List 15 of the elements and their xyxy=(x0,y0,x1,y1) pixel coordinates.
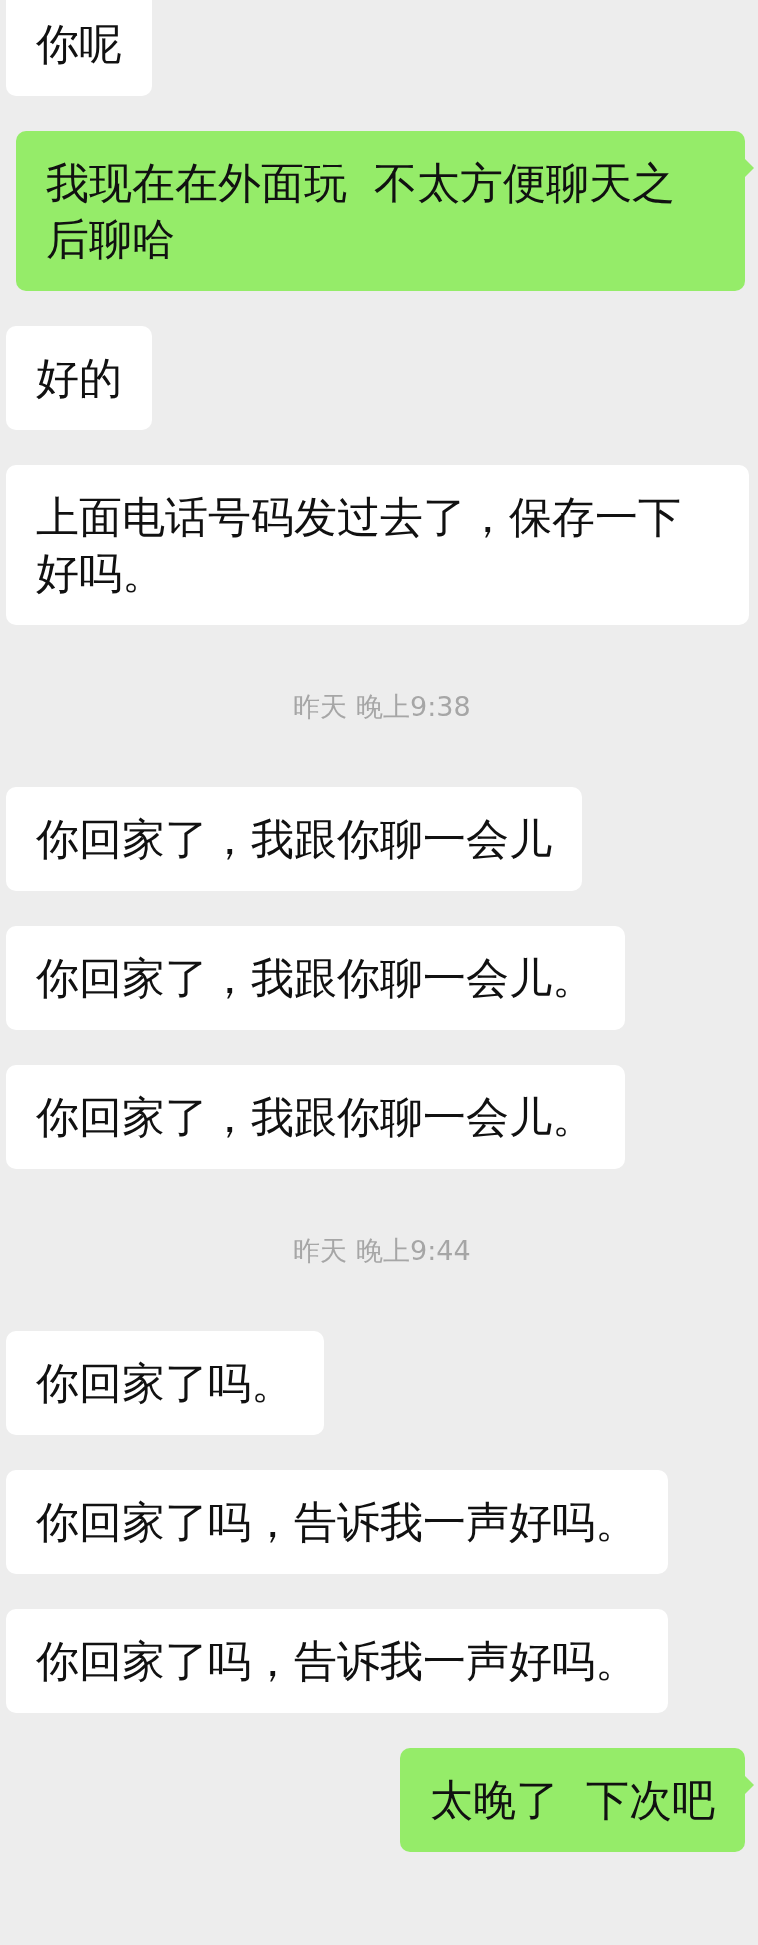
timestamp: 昨天 晚上9:44 xyxy=(292,1234,472,1268)
timestamp: 昨天 晚上9:38 xyxy=(292,690,472,724)
received-message-bubble: 你回家了，我跟你聊一会儿。 xyxy=(6,1065,625,1169)
sent-message-bubble: 我现在在外面玩 不太方便聊天之后聊哈 xyxy=(16,131,745,291)
bubble-tail-icon xyxy=(745,1776,754,1794)
received-message-bubble: 你回家了，我跟你聊一会儿 xyxy=(6,787,582,891)
received-message-bubble: 好的 xyxy=(6,326,152,430)
bubble-tail-icon xyxy=(745,159,754,177)
received-message-bubble: 你回家了，我跟你聊一会儿。 xyxy=(6,926,625,1030)
sent-message-bubble: 太晚了 下次吧 xyxy=(399,1748,745,1852)
received-message-bubble: 你回家了吗，告诉我一声好吗。 xyxy=(6,1609,668,1713)
received-message-bubble: 你回家了吗，告诉我一声好吗。 xyxy=(6,1470,668,1574)
received-message-bubble: 你呢 xyxy=(6,0,152,96)
received-message-bubble: 上面电话号码发过去了，保存一下好吗。 xyxy=(6,465,749,625)
received-message-bubble: 你回家了吗。 xyxy=(6,1331,324,1435)
